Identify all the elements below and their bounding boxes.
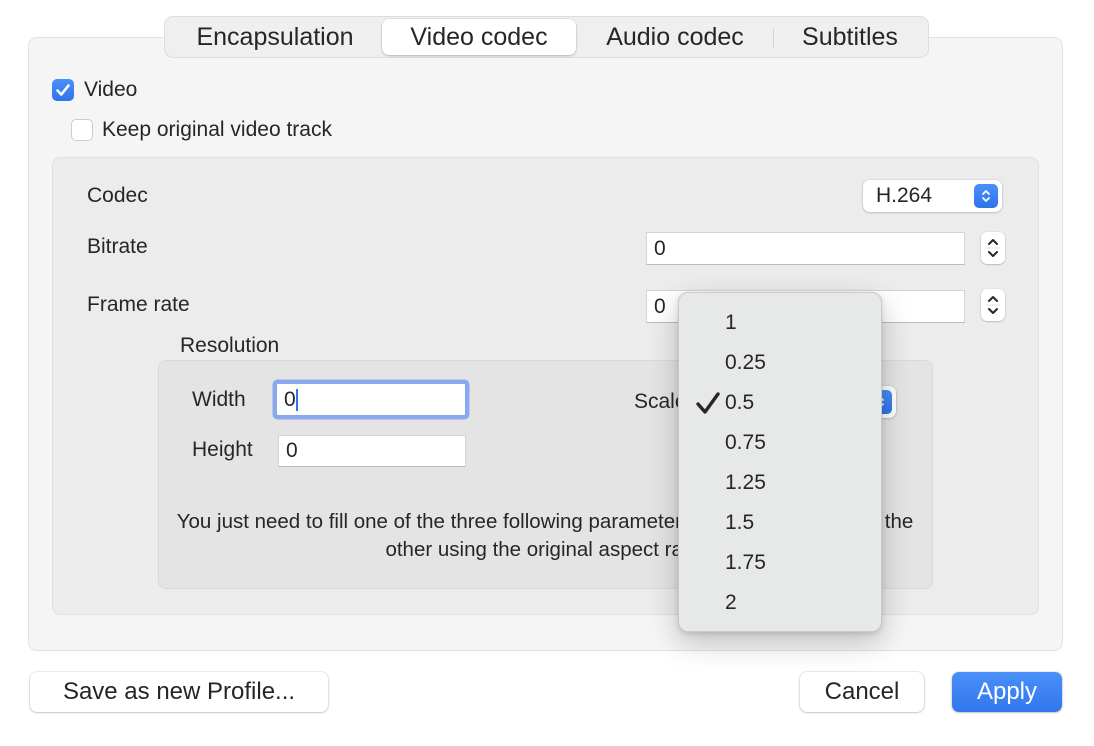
- scale-menu-item[interactable]: 1.25: [679, 463, 881, 503]
- menu-item-label: 1.75: [725, 551, 766, 574]
- stepper-arrows-icon: [986, 239, 1000, 257]
- resolution-title: Resolution: [180, 334, 280, 357]
- codec-select[interactable]: H.264: [863, 180, 1002, 212]
- height-input[interactable]: 0: [278, 435, 466, 467]
- save-as-new-profile-button[interactable]: Save as new Profile...: [30, 672, 328, 712]
- tab-separator: [773, 28, 774, 48]
- scale-menu: 1 0.25 0.5 0.75 1.25 1.5 1.75 2: [678, 292, 882, 632]
- framerate-input-value: 0: [654, 294, 666, 318]
- tab-audio-codec[interactable]: Audio codec: [579, 19, 771, 55]
- bitrate-input-value: 0: [654, 236, 666, 260]
- framerate-stepper[interactable]: [981, 289, 1005, 321]
- bitrate-input[interactable]: 0: [646, 232, 965, 265]
- cancel-button[interactable]: Cancel: [800, 672, 924, 712]
- scale-menu-item[interactable]: 1.75: [679, 543, 881, 583]
- menu-item-label: 0.5: [725, 391, 755, 414]
- checkmark-icon: [56, 84, 70, 96]
- scale-menu-item-selected[interactable]: 0.5: [679, 383, 881, 423]
- width-label: Width: [192, 388, 246, 411]
- keep-original-label[interactable]: Keep original video track: [102, 118, 332, 142]
- menu-item-label: 2: [725, 591, 737, 614]
- text-caret: [295, 388, 298, 411]
- chevron-up-down-icon: [974, 184, 998, 208]
- menu-item-label: 0.75: [725, 431, 766, 454]
- height-input-value: 0: [286, 439, 298, 462]
- menu-item-label: 0.25: [725, 351, 766, 374]
- scale-menu-item[interactable]: 1.5: [679, 503, 881, 543]
- height-label: Height: [192, 438, 253, 461]
- framerate-label: Frame rate: [87, 293, 190, 316]
- codec-select-value: H.264: [876, 184, 933, 207]
- apply-button[interactable]: Apply: [952, 672, 1062, 712]
- keep-original-checkbox[interactable]: [71, 119, 93, 141]
- scale-menu-item[interactable]: 2: [679, 583, 881, 623]
- scale-menu-item[interactable]: 1: [679, 303, 881, 343]
- width-input-value: 0: [284, 387, 296, 411]
- tab-encapsulation[interactable]: Encapsulation: [171, 19, 379, 55]
- tab-video-codec[interactable]: Video codec: [382, 19, 576, 55]
- video-checkbox-label[interactable]: Video: [84, 78, 137, 102]
- scale-menu-item[interactable]: 0.75: [679, 423, 881, 463]
- tab-bar: Encapsulation Video codec Audio codec Su…: [164, 16, 929, 58]
- stepper-arrows-icon: [986, 296, 1000, 314]
- bitrate-label: Bitrate: [87, 235, 148, 258]
- width-input[interactable]: 0: [276, 383, 466, 416]
- menu-item-label: 1.25: [725, 471, 766, 494]
- scale-menu-item[interactable]: 0.25: [679, 343, 881, 383]
- menu-item-label: 1.5: [725, 511, 755, 534]
- video-checkbox[interactable]: [52, 79, 74, 101]
- bitrate-stepper[interactable]: [981, 232, 1005, 264]
- codec-label: Codec: [87, 184, 148, 207]
- tab-subtitles[interactable]: Subtitles: [777, 19, 923, 55]
- menu-item-label: 1: [725, 311, 737, 334]
